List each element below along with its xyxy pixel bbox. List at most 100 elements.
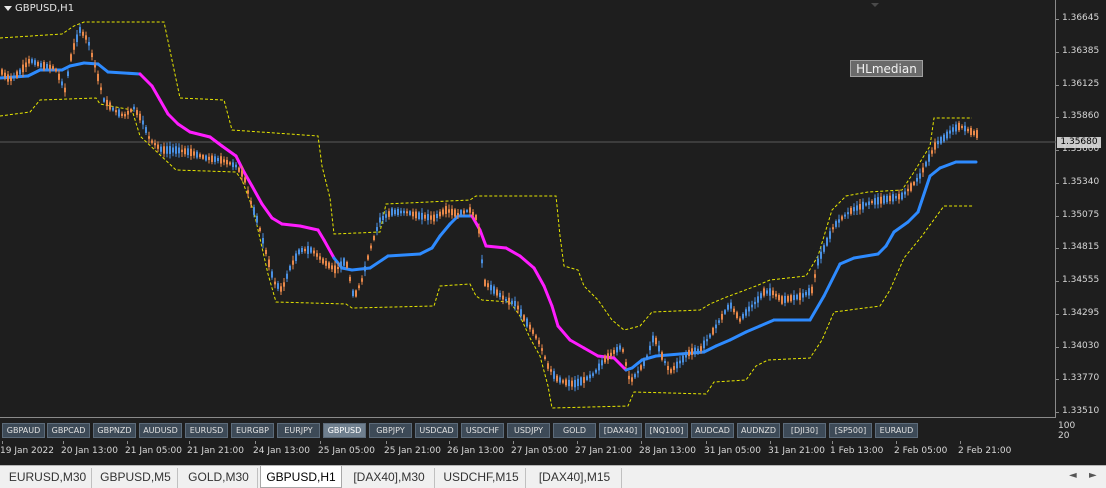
candle-body bbox=[322, 258, 324, 264]
candle-body bbox=[181, 149, 183, 153]
symbol-button-gbpnzd[interactable]: GBPNZD bbox=[93, 423, 136, 438]
candle-body bbox=[448, 209, 450, 213]
candle-body bbox=[466, 209, 468, 213]
candle-body bbox=[649, 345, 651, 351]
candle-body bbox=[385, 214, 387, 218]
candle-body bbox=[283, 282, 285, 287]
symbol-button-gbpcad[interactable]: GBPCAD bbox=[47, 423, 90, 438]
time-tick bbox=[127, 441, 128, 444]
candle-body bbox=[160, 146, 162, 152]
symbol-button-eurjpy[interactable]: EURJPY bbox=[277, 423, 320, 438]
candle-body bbox=[976, 130, 978, 138]
candle-body bbox=[514, 300, 516, 307]
symbol-button-gbpaud[interactable]: GBPAUD bbox=[2, 423, 45, 438]
candle-body bbox=[232, 162, 234, 168]
candle-body bbox=[28, 58, 30, 64]
symbol-button-usdjpy[interactable]: USDJPY bbox=[507, 423, 550, 438]
candle-body bbox=[877, 197, 879, 205]
median-line-segment bbox=[322, 238, 336, 260]
candle-body bbox=[961, 125, 963, 129]
candle-body bbox=[781, 296, 783, 304]
time-tick bbox=[577, 441, 578, 444]
tab--dax40--m30[interactable]: [DAX40],M30 bbox=[344, 468, 435, 488]
candle-body bbox=[496, 289, 498, 296]
tab-eurusd-m30[interactable]: EURUSD,M30 bbox=[4, 468, 92, 488]
hlmedian-button[interactable]: HLmedian bbox=[850, 60, 923, 77]
candle-body bbox=[538, 340, 540, 345]
candle-body bbox=[625, 362, 627, 366]
candle-body bbox=[565, 379, 567, 386]
candle-body bbox=[130, 108, 132, 112]
symbol-button-audusd[interactable]: AUDUSD bbox=[139, 423, 182, 438]
tab-gold-m30[interactable]: GOLD,M30 bbox=[180, 468, 258, 488]
candle-body bbox=[793, 295, 795, 301]
time-axis[interactable]: 19 Jan 2022 20 Jan 13:00 21 Jan 05:00 21 Ja… bbox=[0, 441, 1056, 461]
candle-body bbox=[430, 215, 432, 220]
symbol-button-nq100[interactable]: [NQ100] bbox=[645, 423, 688, 438]
tab-gbpusd-h1[interactable]: GBPUSD,H1 bbox=[260, 466, 342, 488]
price-plot-area[interactable]: GBPUSD,H1 HLmedian bbox=[0, 0, 1056, 418]
candle-body bbox=[910, 183, 912, 191]
candle-body bbox=[559, 377, 561, 383]
candle-body bbox=[202, 154, 204, 159]
candle-body bbox=[892, 194, 894, 202]
candle-body bbox=[319, 256, 321, 260]
symbol-button-sp500[interactable]: [SP500] bbox=[829, 423, 872, 438]
median-line-segment bbox=[250, 184, 264, 206]
candle-body bbox=[391, 208, 393, 216]
median-line-segment bbox=[654, 352, 682, 358]
candle-body bbox=[967, 128, 969, 132]
median-line-segment bbox=[884, 230, 896, 248]
chart-title[interactable]: GBPUSD,H1 bbox=[4, 3, 74, 14]
symbol-button-euraud[interactable]: EURAUD bbox=[875, 423, 918, 438]
tab-gbpusd-m5[interactable]: GBPUSD,M5 bbox=[94, 468, 178, 488]
candle-body bbox=[505, 298, 507, 302]
symbol-button-audnzd[interactable]: AUDNZD bbox=[737, 423, 780, 438]
symbol-button-gbpusd[interactable]: GBPUSD bbox=[323, 423, 366, 438]
symbol-button-dax40[interactable]: [DAX40] bbox=[599, 423, 642, 438]
candle-body bbox=[76, 34, 78, 43]
symbol-button-gold[interactable]: GOLD bbox=[553, 423, 596, 438]
candle-body bbox=[454, 209, 456, 217]
candle-body bbox=[769, 288, 771, 296]
time-tick bbox=[189, 441, 190, 444]
price-level-label: 1.33770 bbox=[1062, 373, 1100, 384]
price-axis[interactable]: 1.35680 1.36645 1.36385 1.36125 1.35860 1.35… bbox=[1056, 0, 1106, 418]
candle-body bbox=[346, 261, 348, 268]
candle-body bbox=[457, 212, 459, 216]
candle-body bbox=[925, 161, 927, 167]
time-tick bbox=[770, 441, 771, 444]
price-tick bbox=[1056, 215, 1059, 217]
candle-body bbox=[775, 293, 777, 297]
symbol-button-audcad[interactable]: AUDCAD bbox=[691, 423, 734, 438]
time-tick bbox=[960, 441, 961, 444]
chart-window[interactable]: GBPUSD,H1 HLmedian 1.35680 1.36645 1.3638… bbox=[0, 0, 1106, 465]
time-tick bbox=[513, 441, 514, 444]
candle-body bbox=[10, 77, 12, 82]
candle-body bbox=[337, 266, 339, 270]
median-line-segment bbox=[188, 130, 212, 139]
symbol-button-gbpjpy[interactable]: GBPJPY bbox=[369, 423, 412, 438]
candle-body bbox=[88, 41, 90, 46]
chevron-down-icon[interactable] bbox=[4, 6, 12, 11]
symbol-button-usdcad[interactable]: USDCAD bbox=[415, 423, 458, 438]
candle-body bbox=[196, 151, 198, 158]
candle-body bbox=[679, 360, 681, 364]
median-line-segment bbox=[906, 210, 920, 224]
scroll-right-icon[interactable]: ► bbox=[1089, 470, 1097, 481]
tab--dax40--m15[interactable]: [DAX40],M15 bbox=[528, 468, 622, 488]
candle-body bbox=[943, 134, 945, 142]
scroll-left-icon[interactable]: ◄ bbox=[1069, 470, 1077, 481]
candle-body bbox=[247, 190, 249, 194]
candle-body bbox=[553, 371, 555, 379]
candle-body bbox=[952, 127, 954, 132]
symbol-button-eurusd[interactable]: EURUSD bbox=[185, 423, 228, 438]
time-tick bbox=[2, 441, 3, 444]
median-line-segment bbox=[758, 318, 776, 328]
tab-usdchf-m15[interactable]: USDCHF,M15 bbox=[437, 468, 526, 488]
candle-body bbox=[136, 110, 138, 115]
symbol-button-eurgbp[interactable]: EURGBP bbox=[231, 423, 274, 438]
candle-body bbox=[424, 214, 426, 219]
symbol-button-dji30[interactable]: [DJI30] bbox=[783, 423, 826, 438]
symbol-button-usdchf[interactable]: USDCHF bbox=[461, 423, 504, 438]
